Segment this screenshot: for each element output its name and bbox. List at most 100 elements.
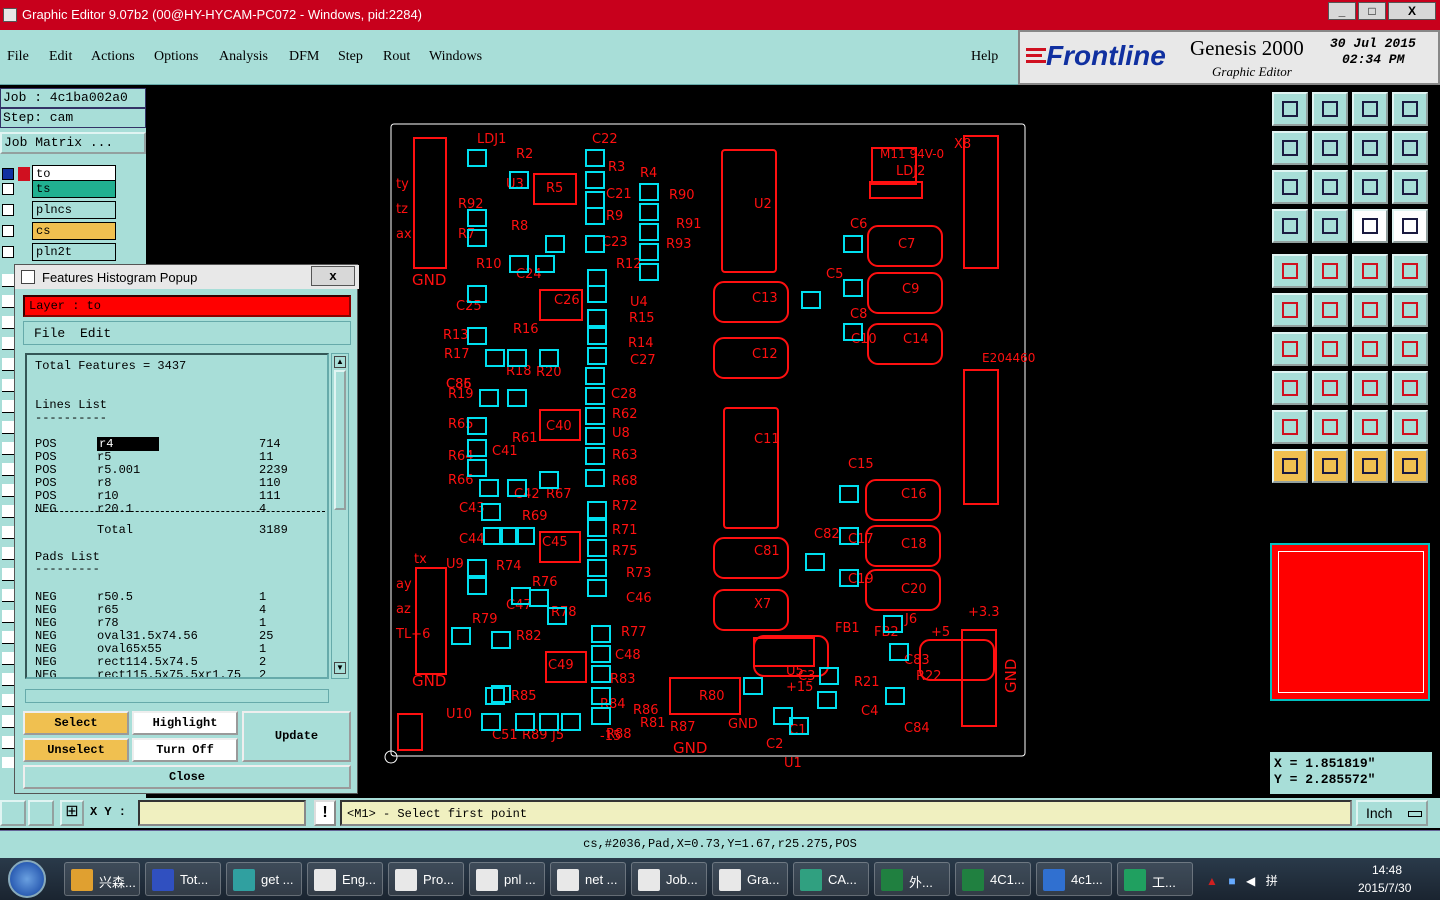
measure-tool-icon[interactable]	[28, 800, 54, 826]
pad-row-sym[interactable]: r65	[97, 603, 119, 617]
turn-off-button[interactable]: Turn Off	[132, 738, 238, 762]
pad-row-count[interactable]: 1	[259, 590, 266, 604]
taskbar-item[interactable]: 4C1...	[955, 862, 1031, 896]
triangle2-icon[interactable]	[1312, 410, 1348, 444]
menu-windows[interactable]: Windows	[429, 49, 482, 65]
layer-checkbox[interactable]	[2, 183, 14, 195]
line-row-pol[interactable]: POS	[35, 450, 57, 464]
pad-row-pol[interactable]: NEG	[35, 655, 57, 669]
pad-row-sym[interactable]: oval31.5x74.56	[97, 629, 198, 643]
pad-row-pol[interactable]: NEG	[35, 629, 57, 643]
line-row-sym[interactable]: r20.1	[97, 502, 133, 516]
taskbar-item[interactable]: 工...	[1117, 862, 1193, 896]
move-icon[interactable]	[1352, 371, 1388, 405]
home-icon[interactable]	[1352, 92, 1388, 126]
line-icon[interactable]	[1312, 254, 1348, 288]
pad-row-count[interactable]: 25	[259, 629, 273, 643]
line-row-sym[interactable]: r10	[97, 489, 119, 503]
menu-actions[interactable]: Actions	[91, 49, 135, 65]
layer-row-plncs[interactable]: plncs	[0, 201, 120, 220]
a2-icon[interactable]	[1392, 410, 1428, 444]
mirror-icon[interactable]	[1392, 332, 1428, 366]
scroll-thumb[interactable]	[334, 370, 346, 510]
redraw-icon[interactable]	[1392, 131, 1428, 165]
menu-step[interactable]: Step	[338, 49, 363, 65]
layer-checkbox[interactable]	[2, 168, 14, 180]
line-row-pol[interactable]: POS	[35, 463, 57, 477]
update-button[interactable]: Update	[242, 711, 351, 762]
step-icon[interactable]	[1352, 131, 1388, 165]
route-icon[interactable]	[1392, 449, 1428, 483]
rotate-icon[interactable]	[1352, 332, 1388, 366]
taskbar-item[interactable]: Pro...	[388, 862, 464, 896]
fit-icon[interactable]	[1272, 170, 1308, 204]
start-button-icon[interactable]	[8, 860, 46, 898]
layer-checkboxes[interactable]	[2, 268, 14, 768]
open-icon[interactable]	[1272, 92, 1308, 126]
line-row-pol[interactable]: POS	[35, 476, 57, 490]
taskbar-item[interactable]: Tot...	[145, 862, 221, 896]
layer-checkbox[interactable]	[2, 246, 14, 258]
layout-icon[interactable]	[1392, 92, 1428, 126]
layer-checkbox[interactable]	[2, 225, 14, 237]
prev-icon[interactable]	[1272, 131, 1308, 165]
taskbar-item[interactable]: Eng...	[307, 862, 383, 896]
line-row-count[interactable]: 714	[259, 437, 281, 451]
arc2-icon[interactable]	[1392, 293, 1428, 327]
line-row-sym[interactable]: r8	[97, 476, 111, 490]
histogram-list[interactable]: Total Features = 3437 Lines List -------…	[25, 353, 329, 679]
copy-icon[interactable]	[1392, 371, 1428, 405]
net-icon[interactable]	[1272, 293, 1308, 327]
line-row-pol[interactable]: POS	[35, 489, 57, 503]
line-row-count[interactable]: 11	[259, 450, 273, 464]
pad-row-pol[interactable]: NEG	[35, 603, 57, 617]
arc-icon[interactable]	[1352, 293, 1388, 327]
save-icon[interactable]	[1312, 92, 1348, 126]
line-row-count[interactable]: 111	[259, 489, 281, 503]
clock-time[interactable]: 14:48	[1372, 863, 1402, 877]
a-icon[interactable]	[1352, 410, 1388, 444]
triangle-icon[interactable]	[1272, 410, 1308, 444]
minus-icon[interactable]	[1312, 371, 1348, 405]
taskbar-item[interactable]: CA...	[793, 862, 869, 896]
pad-row-sym[interactable]: r50.5	[97, 590, 133, 604]
select-arrow-icon[interactable]	[1272, 449, 1308, 483]
pad-row-pol[interactable]: NEG	[35, 616, 57, 630]
layer-row-cs[interactable]: cs	[0, 222, 120, 241]
layer-checkbox[interactable]	[2, 204, 14, 216]
minimize-button[interactable]: _	[1328, 2, 1356, 20]
draw-icon[interactable]	[1272, 332, 1308, 366]
script-icon[interactable]	[1272, 209, 1308, 243]
center-icon[interactable]	[1312, 170, 1348, 204]
taskbar-item[interactable]: 兴森...	[64, 862, 140, 896]
system-tray-icons[interactable]: ▲ ■ ◀ 拼	[1206, 872, 1326, 888]
close-button[interactable]: X	[1388, 2, 1436, 20]
pad-row-count[interactable]: 2	[259, 655, 266, 669]
pad-row-sym[interactable]: rect115.5x75.5xr1.75	[97, 668, 241, 677]
cross-icon[interactable]	[1312, 293, 1348, 327]
maximize-button[interactable]: □	[1358, 2, 1386, 20]
menu-dfm[interactable]: DFM	[289, 49, 319, 65]
menu-options[interactable]: Options	[154, 49, 198, 65]
menu-file[interactable]: File	[7, 49, 29, 65]
taskbar-item[interactable]: get ...	[226, 862, 302, 896]
job-matrix-button[interactable]: Job Matrix ...	[0, 132, 146, 154]
select2-icon[interactable]	[1312, 449, 1348, 483]
title-bar[interactable]: Graphic Editor 9.07b2 (00@HY-HYCAM-PC072…	[0, 0, 1440, 30]
taskbar-item[interactable]: Job...	[631, 862, 707, 896]
scroll-down-icon[interactable]: ▼	[334, 662, 346, 674]
line-row-count[interactable]: 2239	[259, 463, 288, 477]
next-icon[interactable]	[1312, 131, 1348, 165]
popup-title-bar[interactable]: Features Histogram Popup x	[15, 265, 359, 289]
tray-volume-icon[interactable]: ◀	[1246, 874, 1255, 888]
units-select[interactable]: Inch	[1356, 800, 1428, 826]
horizontal-scrollbar[interactable]	[25, 689, 329, 703]
line-row-count[interactable]: 4	[259, 502, 266, 516]
pad-row-count[interactable]: 2	[259, 668, 266, 677]
pad-row-pol[interactable]: NEG	[35, 590, 57, 604]
select-button[interactable]: Select	[23, 711, 129, 735]
snap-icon[interactable]	[1352, 209, 1388, 243]
scale-icon[interactable]	[1352, 170, 1388, 204]
pad-row-count[interactable]: 4	[259, 603, 266, 617]
line-row-sym[interactable]: r5.001	[97, 463, 140, 477]
